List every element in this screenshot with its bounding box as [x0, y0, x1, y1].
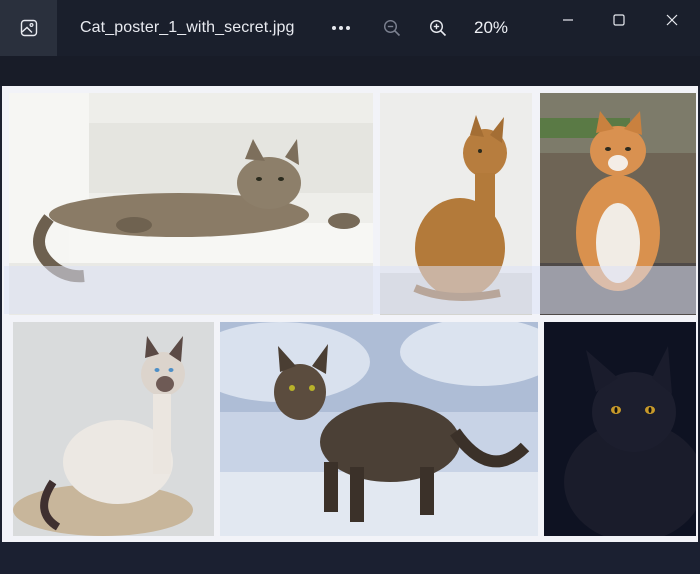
- close-button[interactable]: [650, 6, 694, 34]
- maximize-icon: [613, 14, 625, 26]
- photo-tabby-cat-in-snow: [220, 322, 538, 536]
- photo-siamese-cat-sitting: [13, 322, 214, 536]
- more-horizontal-icon: [332, 26, 350, 30]
- minimize-icon: [563, 19, 573, 21]
- image-canvas[interactable]: [2, 86, 698, 542]
- zoom-out-icon: [383, 19, 401, 37]
- minimize-button[interactable]: [546, 6, 590, 34]
- title-bar: Cat_poster_1_with_secret.jpg 20%: [0, 0, 700, 56]
- photos-viewer-window: Cat_poster_1_with_secret.jpg 20%: [0, 0, 700, 574]
- translucent-band: [4, 266, 696, 314]
- file-name-title: Cat_poster_1_with_secret.jpg: [80, 19, 295, 36]
- zoom-out-button[interactable]: [378, 12, 406, 44]
- close-icon: [666, 14, 678, 26]
- photos-app-button[interactable]: [0, 0, 57, 56]
- zoom-level[interactable]: 20%: [474, 18, 508, 38]
- photos-app-icon: [20, 19, 37, 37]
- photo-black-cat-dark: [544, 322, 696, 536]
- bottom-bar: [0, 542, 700, 574]
- maximize-button[interactable]: [597, 6, 641, 34]
- more-options-button[interactable]: [326, 12, 356, 44]
- zoom-in-icon: [429, 19, 447, 37]
- toolbar-spacer: [0, 56, 700, 86]
- zoom-in-button[interactable]: [424, 12, 452, 44]
